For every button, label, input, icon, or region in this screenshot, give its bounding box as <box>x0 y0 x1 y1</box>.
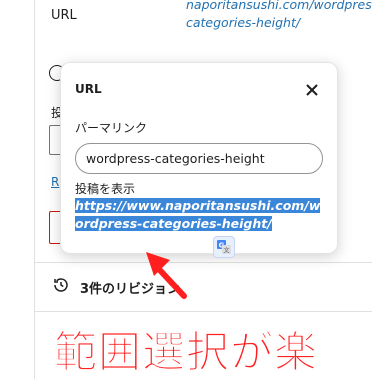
background-link-fragment[interactable]: R <box>51 175 59 189</box>
permalink-label: パーマリンク <box>75 121 148 135</box>
url-row-link[interactable]: naporitansushi.com/wordpress-categories-… <box>186 0 372 32</box>
annotation-caption: 範囲選択が楽 <box>54 328 318 379</box>
view-post-label: 投稿を表示 <box>75 182 136 196</box>
history-icon <box>52 276 70 298</box>
popover-title: URL <box>75 82 102 96</box>
close-button[interactable] <box>301 79 323 101</box>
divider-bottom <box>35 311 372 312</box>
url-row-label: URL <box>51 8 77 23</box>
url-popover: URL パーマリンク 投稿を表示 https://www.naporitansu… <box>60 62 338 254</box>
divider <box>35 262 372 263</box>
post-url-link[interactable]: https://www.naporitansushi.com/wordpress… <box>75 197 325 233</box>
svg-text:文: 文 <box>223 247 229 255</box>
red-arrow-icon <box>140 248 190 304</box>
selected-url-text[interactable]: https://www.naporitansushi.com/wordpress… <box>75 198 321 231</box>
google-translate-icon[interactable]: G 文 <box>213 236 235 258</box>
slug-input[interactable] <box>75 143 323 174</box>
sidebar-border <box>34 0 35 379</box>
close-icon <box>306 81 318 100</box>
